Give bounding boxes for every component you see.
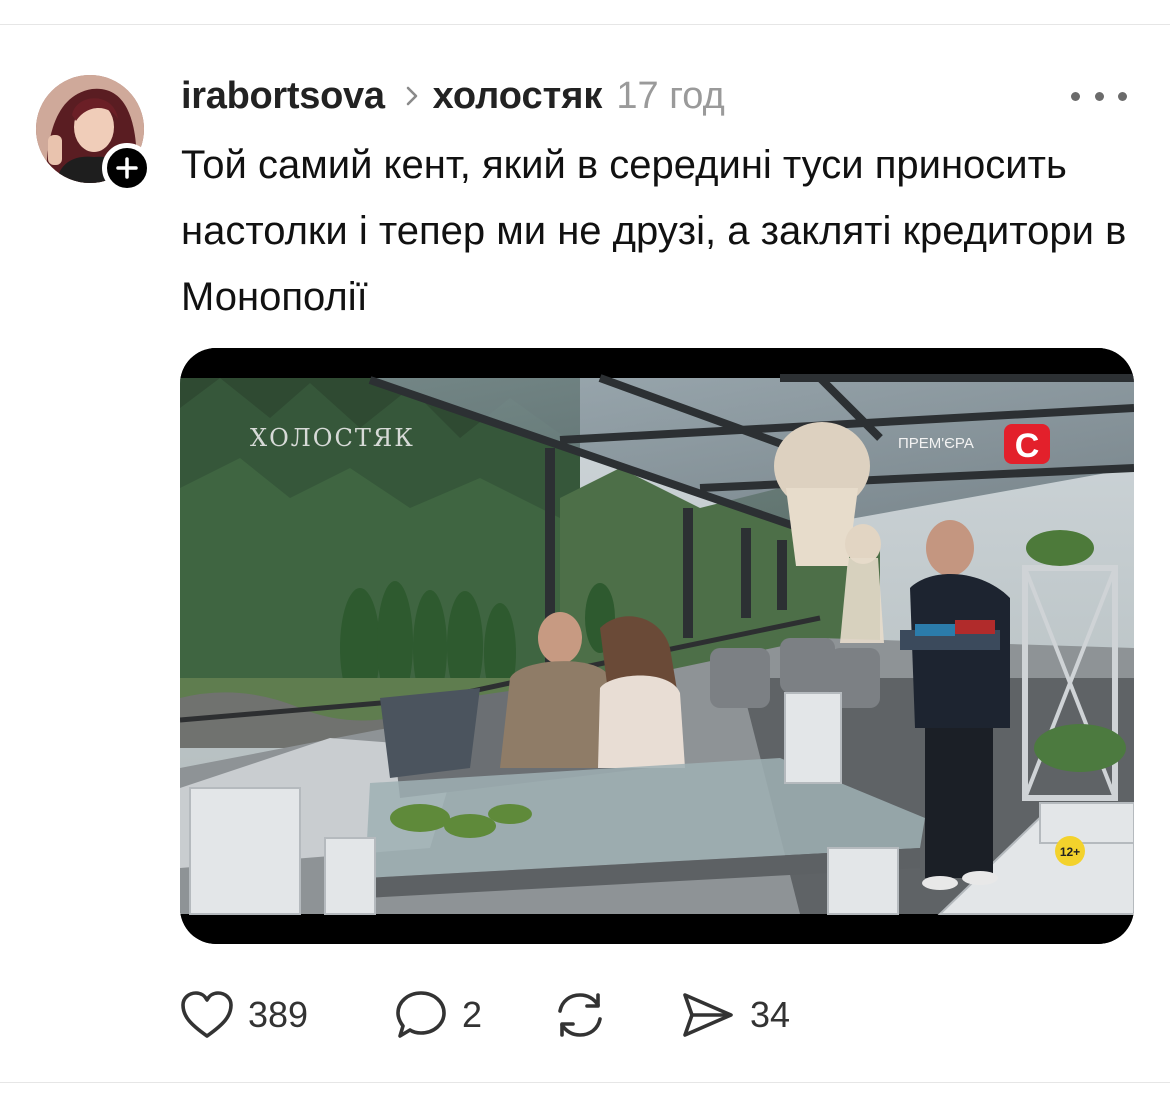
more-options-button[interactable]: [1071, 84, 1127, 108]
author-avatar-container[interactable]: [36, 75, 152, 193]
chevron-right-icon: [405, 85, 419, 107]
comment-bubble-icon: [396, 991, 446, 1038]
ellipsis-dot: [1094, 91, 1104, 101]
author-username[interactable]: irabortsova: [181, 75, 385, 118]
tv-still-image: ХОЛОСТЯК ПРЕМ'ЄРА C 12+: [180, 348, 1134, 944]
top-divider: [0, 24, 1170, 25]
repost-button[interactable]: [552, 988, 622, 1042]
share-count: 34: [750, 994, 791, 1035]
like-button[interactable]: 389: [180, 988, 308, 1042]
heart-icon: [181, 991, 233, 1038]
share-button[interactable]: 34: [680, 988, 790, 1042]
age-rating-text: 12+: [1060, 845, 1080, 859]
community-link[interactable]: холостяк: [433, 75, 603, 118]
show-logo-watermark: ХОЛОСТЯК: [250, 424, 415, 452]
ellipsis-dot: [1071, 91, 1080, 101]
repost-icon: [558, 993, 602, 1037]
premiere-label: ПРЕМ'ЄРА: [898, 435, 974, 452]
send-icon: [683, 993, 733, 1037]
comment-count: 2: [462, 994, 483, 1035]
post-timestamp: 17 год: [616, 74, 725, 117]
bottom-divider: [0, 1082, 1170, 1083]
comment-button[interactable]: 2: [394, 988, 482, 1042]
ellipsis-dot: [1118, 91, 1127, 101]
like-count: 389: [248, 994, 309, 1035]
post-body-text: Той самий кент, який в середині туси при…: [181, 143, 1127, 319]
channel-logo-letter: C: [1015, 427, 1040, 465]
post-header: irabortsova холостяк 17 год: [181, 74, 725, 118]
follow-button[interactable]: [102, 143, 152, 193]
plus-icon: [116, 157, 138, 179]
post-action-bar: 389 2 34: [180, 988, 820, 1042]
post-media-image[interactable]: ХОЛОСТЯК ПРЕМ'ЄРА C 12+: [180, 348, 1134, 944]
